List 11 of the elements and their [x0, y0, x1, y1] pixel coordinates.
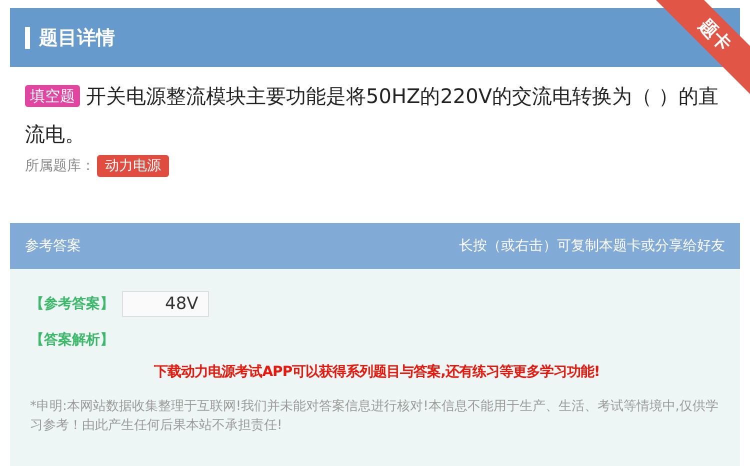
analysis-label: 【答案解析】: [30, 331, 115, 349]
promo-text[interactable]: 下载动力电源考试APP可以获得系列题目与答案,还有练习等更多学习功能!: [30, 363, 724, 381]
bank-tag[interactable]: 动力电源: [97, 155, 169, 177]
answer-title: 参考答案: [25, 237, 81, 255]
bank-label: 所属题库：: [25, 157, 95, 175]
answer-label: 【参考答案】: [30, 295, 114, 313]
disclaimer-text: *申明:本网站数据收集整理于互联网!我们并未能对答案信息进行核对!本信息不能用于生产、生活、考试等情境中,仅供学习参考！由此产生任何后果本站不承担责任!: [30, 398, 720, 435]
copy-hint: 长按（或右击）可复制本题卡或分享给好友: [459, 237, 725, 255]
answer-image: 48V: [122, 291, 210, 317]
header-title: 题目详情: [39, 26, 115, 50]
title-marker: [25, 26, 30, 48]
